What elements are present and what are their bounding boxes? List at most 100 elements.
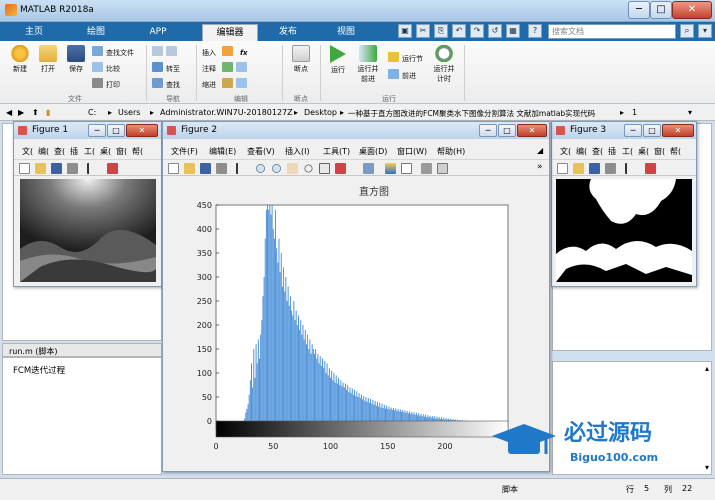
minimize-button[interactable]: ─ <box>628 1 650 19</box>
scroll-up-icon[interactable]: ▴ <box>705 364 709 373</box>
figure2-menu-edit[interactable]: 编辑(E) <box>209 146 236 157</box>
nav-back-button[interactable] <box>152 46 180 57</box>
figure2-menu-tools[interactable]: 工具(T) <box>323 146 350 157</box>
run-time-button[interactable]: 运行并 计时 <box>428 45 460 84</box>
cut-quick-icon[interactable]: ✂ <box>416 24 430 38</box>
save-figure-icon[interactable] <box>589 163 600 174</box>
breadcrumb-admin[interactable]: Administrator.WIN7U-20180127Z <box>160 108 293 117</box>
ribbon-collapse-icon[interactable]: ▾ <box>698 24 712 38</box>
figure2-min-button[interactable]: ─ <box>479 124 497 137</box>
help-quick-icon[interactable]: ? <box>528 24 542 38</box>
figure1-menu-edit[interactable]: 编( <box>38 146 49 157</box>
figure2-menu-file[interactable]: 文件(F) <box>171 146 198 157</box>
layout-quick-icon[interactable]: ▦ <box>506 24 520 38</box>
figure2-menu-view[interactable]: 查看(V) <box>247 146 275 157</box>
open-button[interactable]: 打开 <box>34 45 62 74</box>
figure3-menu-view[interactable]: 查( <box>592 146 603 157</box>
figure3-menu-desktop[interactable]: 桌( <box>638 146 649 157</box>
undo-quick-icon[interactable]: ↶ <box>452 24 466 38</box>
figure3-menu-file[interactable]: 文( <box>560 146 571 157</box>
print-figure-icon[interactable] <box>216 163 227 174</box>
figure1-window[interactable]: Figure 1 ─ □ ✕ 文( 编( 查( 插 工( 桌( 窗( 帮( <box>13 121 162 287</box>
hide-tools-icon[interactable] <box>421 163 432 174</box>
run-advance-button[interactable]: 运行并 前进 <box>352 45 384 84</box>
goto-button[interactable]: 转至 <box>152 62 180 74</box>
figure2-max-button[interactable]: □ <box>498 124 516 137</box>
zoom-out-icon[interactable] <box>271 163 282 174</box>
figure3-menu-insert[interactable]: 插 <box>608 146 616 157</box>
breadcrumb-root[interactable]: C: <box>88 108 96 117</box>
legend-icon[interactable] <box>401 163 412 174</box>
figure3-min-button[interactable]: ─ <box>624 124 642 137</box>
select-arrow-icon[interactable] <box>236 163 247 174</box>
colorbar-icon[interactable] <box>385 163 396 174</box>
figure1-close-button[interactable]: ✕ <box>126 124 158 137</box>
find-button[interactable]: 查找 <box>152 78 180 90</box>
open-file-icon[interactable] <box>573 163 584 174</box>
figure3-menu-edit[interactable]: 编( <box>576 146 587 157</box>
maximize-button[interactable]: □ <box>650 1 672 19</box>
browse-folder-icon[interactable]: ▮ <box>46 108 50 117</box>
search-docs-input[interactable]: 搜索文档 <box>548 24 676 39</box>
indent-button[interactable]: 缩进 <box>202 78 250 90</box>
brush-icon[interactable] <box>335 163 346 174</box>
compare-button[interactable]: 比较 <box>92 62 120 74</box>
figure3-menu-window[interactable]: 窗( <box>654 146 665 157</box>
figure1-min-button[interactable]: ─ <box>88 124 106 137</box>
figure3-window[interactable]: Figure 3 ─ □ ✕ 文( 编( 查( 插 工( 桌( 窗( 帮( <box>551 121 697 287</box>
figure2-close-button[interactable]: ✕ <box>517 124 547 137</box>
save-quick-icon[interactable]: ▣ <box>398 24 412 38</box>
find-files-button[interactable]: 查找文件 <box>92 46 134 58</box>
tab-view[interactable]: 视图 <box>320 24 372 41</box>
figure2-menu-expand-icon[interactable]: ◢ <box>537 146 543 155</box>
advance-button[interactable]: 前进 <box>388 69 416 81</box>
brush-icon[interactable] <box>107 163 118 174</box>
close-button[interactable]: ✕ <box>672 1 712 19</box>
tab-publish[interactable]: 发布 <box>262 24 314 41</box>
save-figure-icon[interactable] <box>200 163 211 174</box>
scroll-down-icon[interactable]: ▾ <box>705 463 709 472</box>
select-arrow-icon[interactable] <box>625 163 636 174</box>
figure1-menu-file[interactable]: 文( <box>22 146 33 157</box>
figure1-menu-view[interactable]: 查( <box>54 146 65 157</box>
figure3-close-button[interactable]: ✕ <box>662 124 694 137</box>
run-button[interactable]: 运行 <box>324 45 352 75</box>
new-figure-icon[interactable] <box>19 163 30 174</box>
data-cursor-icon[interactable] <box>319 163 330 174</box>
figure2-menu-help[interactable]: 帮助(H) <box>437 146 465 157</box>
path-dropdown-icon[interactable]: ▾ <box>688 108 692 117</box>
save-figure-icon[interactable] <box>51 163 62 174</box>
select-arrow-icon[interactable] <box>87 163 98 174</box>
figure2-menu-insert[interactable]: 插入(I) <box>285 146 310 157</box>
search-icon[interactable]: ⌕ <box>680 24 694 38</box>
toolbar-expand[interactable]: » <box>537 162 543 172</box>
editor-panel[interactable]: FCM迭代过程 <box>2 357 162 475</box>
refresh-quick-icon[interactable]: ↺ <box>488 24 502 38</box>
breakpoints-button[interactable]: 断点 <box>286 45 316 74</box>
save-button[interactable]: 保存 <box>62 45 90 74</box>
print-figure-icon[interactable] <box>67 163 78 174</box>
new-figure-icon[interactable] <box>557 163 568 174</box>
figure1-menu-tools[interactable]: 工( <box>84 146 95 157</box>
figure1-menu-window[interactable]: 窗( <box>116 146 127 157</box>
figure2-menu-window[interactable]: 窗口(W) <box>397 146 427 157</box>
print-figure-icon[interactable] <box>605 163 616 174</box>
figure3-menu-tools[interactable]: 工( <box>622 146 633 157</box>
comment-button[interactable]: 注释 <box>202 62 250 74</box>
link-icon[interactable] <box>363 163 374 174</box>
open-file-icon[interactable] <box>184 163 195 174</box>
tab-home[interactable]: 主页 <box>8 24 60 41</box>
figure1-max-button[interactable]: □ <box>107 124 125 137</box>
tab-apps[interactable]: APP <box>132 24 184 41</box>
figure2-menu-desktop[interactable]: 桌面(D) <box>359 146 387 157</box>
run-section-button[interactable]: 运行节 <box>388 52 423 64</box>
brush-icon[interactable] <box>645 163 656 174</box>
print-button[interactable]: 打印 <box>92 78 120 90</box>
forward-icon[interactable]: ▶ <box>18 108 24 117</box>
pan-hand-icon[interactable] <box>287 163 298 174</box>
figure3-menu-help[interactable]: 帮( <box>670 146 681 157</box>
breadcrumb-users[interactable]: Users <box>118 108 140 117</box>
copy-quick-icon[interactable]: ⎘ <box>434 24 448 38</box>
new-button[interactable]: 新建 <box>6 45 34 74</box>
breadcrumb-1[interactable]: 1 <box>632 108 637 117</box>
